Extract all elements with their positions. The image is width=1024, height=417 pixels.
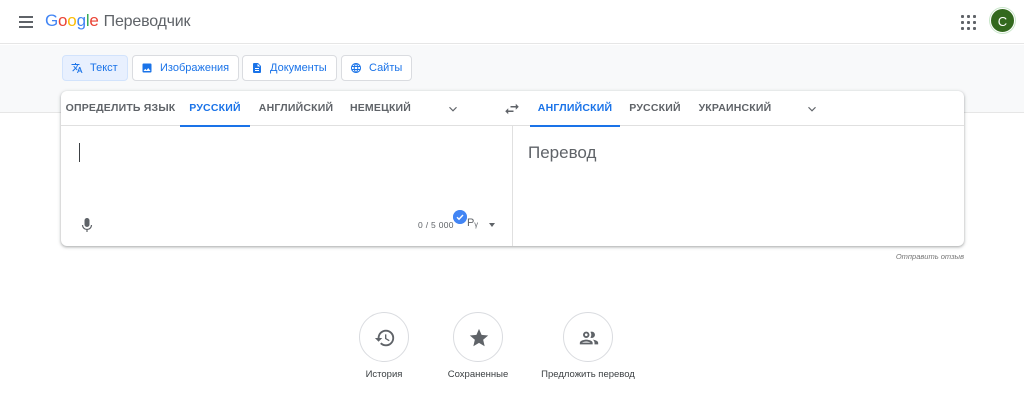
microphone-icon[interactable] xyxy=(81,218,93,234)
target-lang-russian[interactable]: РУССКИЙ xyxy=(621,91,689,126)
saved-button[interactable] xyxy=(453,312,503,362)
text-caret xyxy=(79,143,80,162)
translate-icon xyxy=(71,63,83,73)
mode-tab-documents[interactable]: Документы xyxy=(242,55,337,81)
contribute-button[interactable] xyxy=(563,312,613,362)
logo[interactable]: Google Переводчик xyxy=(45,11,191,31)
swap-languages-icon[interactable] xyxy=(502,100,522,118)
translation-output: Перевод xyxy=(513,127,964,246)
check-icon xyxy=(453,210,467,224)
globe-icon xyxy=(351,63,361,73)
input-tools-label: Pᵧ xyxy=(467,217,478,229)
target-lang-english[interactable]: АНГЛИЙСКИЙ xyxy=(530,91,620,127)
product-name: Переводчик xyxy=(103,13,191,30)
main-menu-button[interactable] xyxy=(14,10,38,34)
target-lang-ukrainian[interactable]: УКРАИНСКИЙ xyxy=(690,91,780,126)
image-icon xyxy=(142,63,152,73)
source-more-languages-chevron-down-icon[interactable] xyxy=(446,102,460,116)
character-counter: 0 / 5 000 xyxy=(418,220,454,230)
input-tools-button[interactable]: Pᵧ xyxy=(467,217,497,233)
send-feedback-link[interactable]: Отправить отзыв xyxy=(896,252,964,261)
mode-tab-label: Сайты xyxy=(369,62,403,74)
mode-tab-text[interactable]: Текст xyxy=(62,55,128,81)
apps-grid-icon[interactable] xyxy=(958,12,978,32)
source-lang-russian[interactable]: РУССКИЙ xyxy=(180,91,250,127)
language-bar: ОПРЕДЕЛИТЬ ЯЗЫК РУССКИЙ АНГЛИЙСКИЙ НЕМЕЦ… xyxy=(61,91,964,127)
contribute-label: Предложить перевод xyxy=(541,369,635,380)
mode-tab-label: Текст xyxy=(90,62,118,74)
people-icon xyxy=(579,331,599,345)
source-lang-detect[interactable]: ОПРЕДЕЛИТЬ ЯЗЫК xyxy=(61,91,180,126)
document-icon xyxy=(253,63,261,73)
target-more-languages-chevron-down-icon[interactable] xyxy=(805,102,819,116)
translation-placeholder: Перевод xyxy=(528,143,597,162)
translate-card: ОПРЕДЕЛИТЬ ЯЗЫК РУССКИЙ АНГЛИЙСКИЙ НЕМЕЦ… xyxy=(61,91,964,246)
history-label: История xyxy=(365,369,403,380)
saved-label: Сохраненные xyxy=(447,369,509,380)
top-bar: Google Переводчик C xyxy=(0,0,1024,44)
source-text-input[interactable]: 0 / 5 000 Pᵧ xyxy=(61,127,512,246)
mode-tab-label: Документы xyxy=(270,62,327,74)
avatar[interactable]: C xyxy=(990,8,1015,33)
mode-tab-label: Изображения xyxy=(160,62,230,74)
dropdown-triangle-icon xyxy=(489,223,495,227)
history-button[interactable] xyxy=(359,312,409,362)
star-icon xyxy=(469,328,489,347)
history-icon xyxy=(374,329,395,347)
source-lang-german[interactable]: НЕМЕЦКИЙ xyxy=(342,91,419,126)
mode-tab-websites[interactable]: Сайты xyxy=(341,55,413,81)
mode-tab-images[interactable]: Изображения xyxy=(132,55,240,81)
source-lang-english[interactable]: АНГЛИЙСКИЙ xyxy=(251,91,341,126)
